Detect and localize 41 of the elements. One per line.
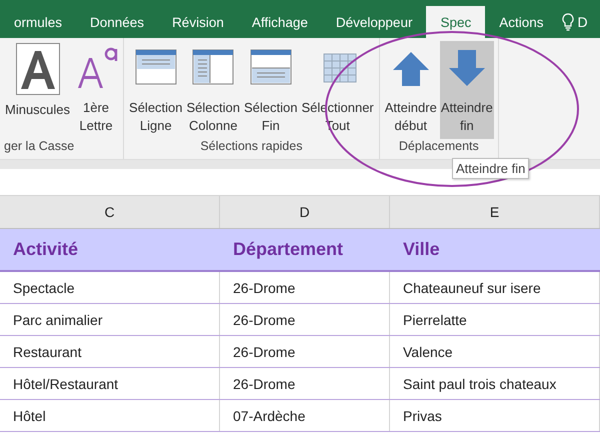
ribbon-tab[interactable]: Actions — [485, 6, 558, 38]
lightbulb-icon[interactable] — [562, 13, 574, 31]
table-cell: Parc animalier — [0, 304, 220, 335]
ribbon-tab[interactable]: ormules — [0, 6, 76, 38]
ribbon-button[interactable]: 1ère Lettre — [73, 41, 120, 139]
table-cell: Hôtel/Restaurant — [0, 368, 220, 399]
group-label: ger la Casse — [4, 139, 76, 155]
ribbon-button[interactable]: Minuscules — [4, 41, 72, 139]
ribbon-button[interactable]: Atteindre début — [384, 41, 438, 139]
table-cell: Privas — [390, 400, 600, 431]
ribbon-tab[interactable]: Affichage — [238, 6, 322, 38]
column-header[interactable]: E — [390, 196, 600, 228]
ribbon-button[interactable]: Atteindre fin — [440, 41, 494, 139]
table-cell: 26-Drome — [220, 336, 390, 367]
table-cell: Saint paul trois chateaux — [390, 368, 600, 399]
ribbon-tab[interactable]: Données — [76, 6, 158, 38]
table-cell: 26-Drome — [220, 368, 390, 399]
group-label: Sélections rapides — [199, 139, 304, 155]
group-label: Déplacements — [398, 139, 480, 155]
column-header[interactable]: D — [220, 196, 390, 228]
tell-me-text[interactable]: D — [578, 14, 588, 30]
ribbon-button[interactable]: Sélection Colonne — [186, 41, 241, 139]
header-cell-text: Département — [232, 238, 344, 261]
table-cell: Hôtel — [0, 400, 220, 431]
table-cell: Valence — [390, 336, 600, 367]
ribbon-tab[interactable]: Révision — [158, 6, 238, 38]
tooltip: Atteindre fin — [452, 158, 530, 179]
table-cell: Restaurant — [0, 336, 220, 367]
table-cell: 26-Drome — [220, 304, 390, 335]
table-cell: Pierrelatte — [390, 304, 600, 335]
table-cell: 07-Ardèche — [220, 400, 390, 431]
ribbon-button[interactable]: Sélection Fin — [243, 41, 298, 139]
table-cell: 26-Drome — [220, 272, 390, 303]
ribbon-button[interactable]: Sélection Ligne — [128, 41, 184, 139]
ribbon-tab[interactable]: Développeur — [322, 6, 426, 38]
table-cell: Chateauneuf sur isere — [390, 272, 600, 303]
column-header[interactable]: C — [0, 196, 220, 228]
table-cell: Spectacle — [0, 272, 220, 303]
header-cell-text: Activité — [12, 238, 80, 261]
ribbon-tab[interactable]: Spec — [426, 6, 486, 38]
header-cell-text: Ville — [402, 238, 441, 261]
